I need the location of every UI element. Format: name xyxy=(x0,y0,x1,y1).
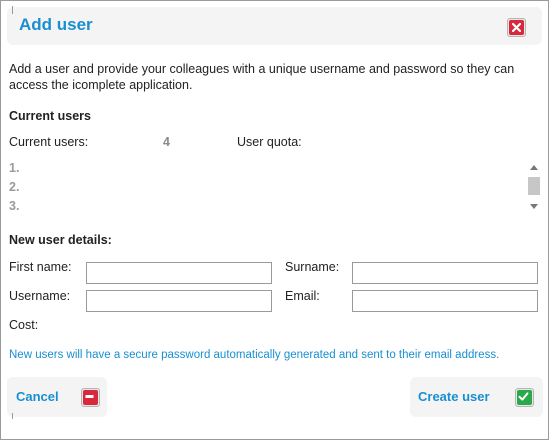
scroll-thumb[interactable] xyxy=(528,177,540,195)
surname-label: Surname: xyxy=(285,260,340,274)
minus-icon xyxy=(81,388,100,407)
email-field[interactable] xyxy=(352,290,538,312)
close-button[interactable] xyxy=(507,18,526,37)
user-list-scrollbar[interactable] xyxy=(527,163,541,213)
close-icon xyxy=(509,20,524,35)
first-name-label: First name: xyxy=(9,260,72,274)
scroll-down-arrow-icon[interactable] xyxy=(530,204,538,209)
button-tick xyxy=(12,413,13,419)
user-list: 1. 2. 3. xyxy=(9,161,515,218)
create-user-button[interactable]: Create user xyxy=(410,377,543,417)
cost-label: Cost: xyxy=(9,318,39,332)
list-item: 2. xyxy=(9,180,20,194)
email-label: Email: xyxy=(285,289,320,303)
intro-text: Add a user and provide your colleagues w… xyxy=(9,62,515,92)
first-name-field[interactable] xyxy=(86,262,272,284)
check-icon xyxy=(515,388,534,407)
new-user-heading: New user details: xyxy=(9,233,112,247)
dialog-titlebar: Add user xyxy=(7,6,542,45)
current-users-count: 4 xyxy=(163,135,170,149)
scroll-up-arrow-icon[interactable] xyxy=(530,165,538,170)
user-quota-label: User quota: xyxy=(237,135,302,149)
current-users-heading: Current users xyxy=(9,109,91,123)
list-item: 3. xyxy=(9,199,20,213)
add-user-dialog: Add user Add a user and provide your col… xyxy=(0,0,549,440)
cancel-button[interactable]: Cancel xyxy=(7,377,107,419)
username-field[interactable] xyxy=(86,290,272,312)
surname-field[interactable] xyxy=(352,262,538,284)
dialog-title: Add user xyxy=(19,15,93,34)
current-users-label: Current users: xyxy=(9,135,89,149)
password-notice: New users will have a secure password au… xyxy=(9,349,500,361)
create-user-button-label: Create user xyxy=(418,389,490,404)
username-label: Username: xyxy=(9,289,71,303)
cancel-button-label: Cancel xyxy=(16,389,59,404)
list-item: 1. xyxy=(9,161,20,175)
titlebar-tick xyxy=(12,6,13,14)
